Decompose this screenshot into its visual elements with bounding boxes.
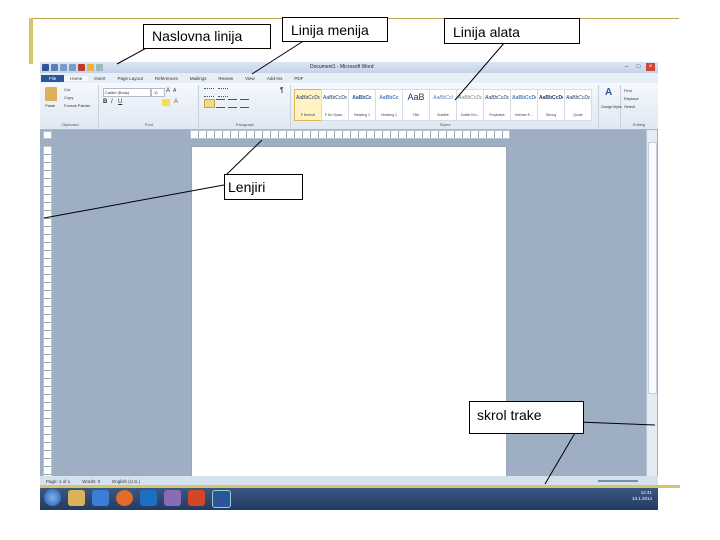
tool-bar-pointer [454,41,506,101]
callout-connectors [43,39,656,485]
ruler-pointer-top [225,139,263,176]
callout-title-bar: Naslovna linija [143,24,271,49]
callout-tool-bar: Linija alata [444,18,580,44]
ruler-pointer-left [43,184,225,219]
callout-menu-bar: Linija menija [282,17,388,42]
scroll-pointer-right [577,421,656,426]
callout-scroll-bars: skrol trake [469,401,584,434]
scroll-pointer-bottom [544,432,576,485]
callout-rulers: Lenjiri [224,174,303,200]
